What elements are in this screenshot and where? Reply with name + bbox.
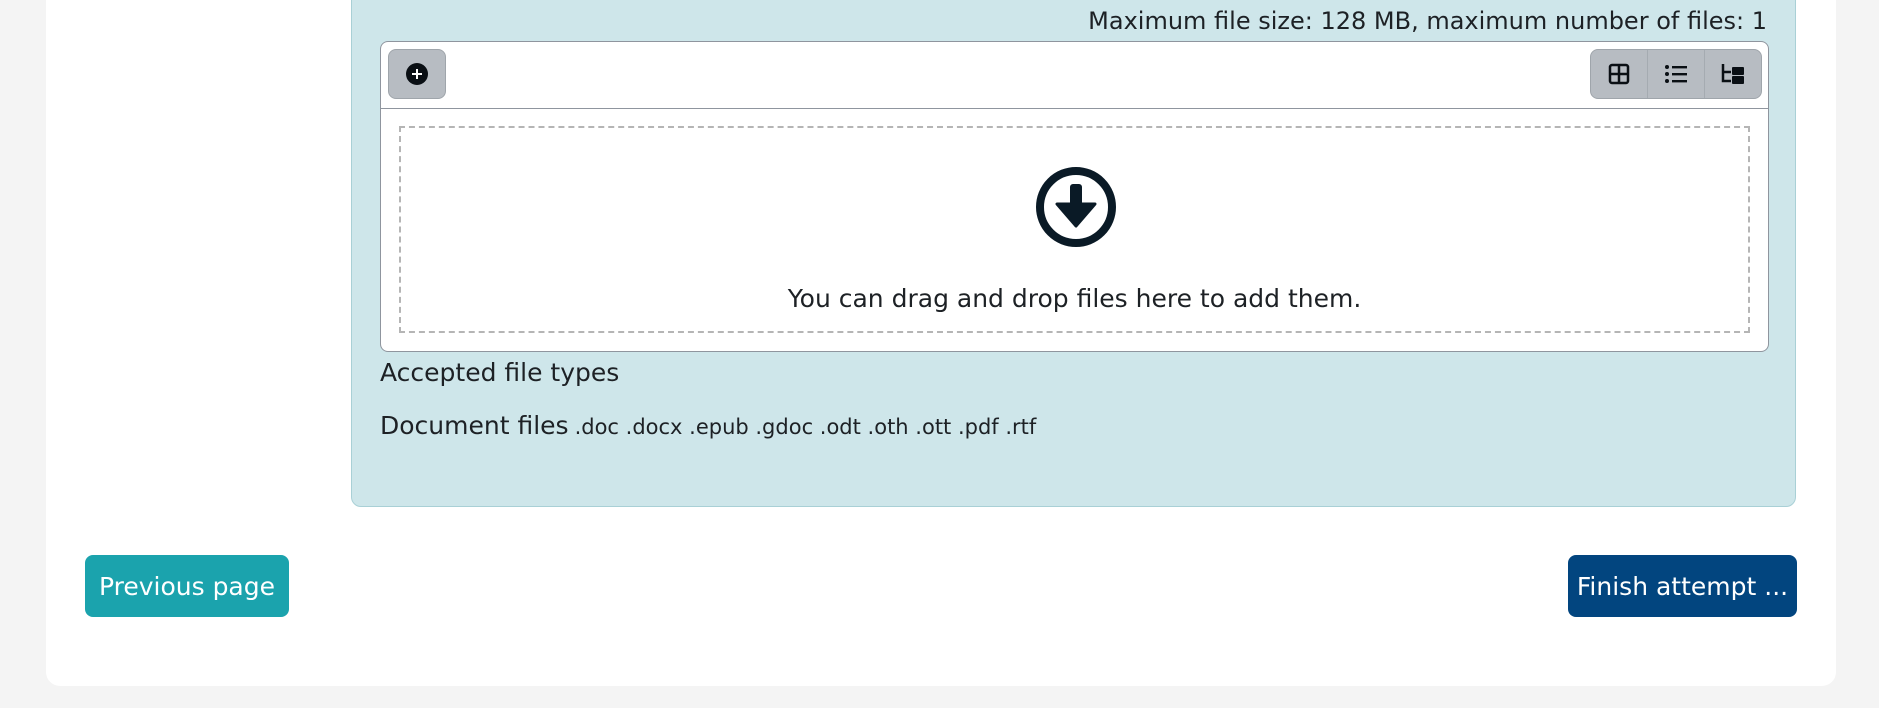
document-files-label: Document files xyxy=(380,411,569,440)
list-view-button[interactable] xyxy=(1648,50,1705,98)
document-file-extensions: .doc .docx .epub .gdoc .odt .oth .ott .p… xyxy=(574,415,1037,439)
tree-view-button[interactable] xyxy=(1705,50,1761,98)
max-file-size-text: Maximum file size: 128 MB, maximum numbe… xyxy=(1088,7,1767,35)
plus-circle-icon xyxy=(406,63,428,85)
view-mode-group xyxy=(1590,49,1762,99)
accepted-file-types-title: Accepted file types xyxy=(380,358,620,387)
drop-instructions: You can drag and drop files here to add … xyxy=(787,284,1362,313)
file-upload-panel: Maximum file size: 128 MB, maximum numbe… xyxy=(351,0,1796,507)
tree-view-icon xyxy=(1721,64,1744,84)
previous-page-button[interactable]: Previous page xyxy=(85,555,289,617)
list-view-icon xyxy=(1665,65,1687,83)
grid-view-button[interactable] xyxy=(1591,50,1648,98)
grid-view-icon xyxy=(1608,63,1630,85)
download-arrow-icon xyxy=(1036,167,1116,247)
accepted-document-row: Document files .doc .docx .epub .gdoc .od… xyxy=(380,411,1036,440)
file-manager-toolbar xyxy=(381,42,1768,109)
add-file-button[interactable] xyxy=(388,49,446,99)
file-manager: You can drag and drop files here to add … xyxy=(380,41,1769,352)
drop-zone[interactable]: You can drag and drop files here to add … xyxy=(399,126,1750,333)
finish-attempt-button[interactable]: Finish attempt ... xyxy=(1568,555,1797,617)
